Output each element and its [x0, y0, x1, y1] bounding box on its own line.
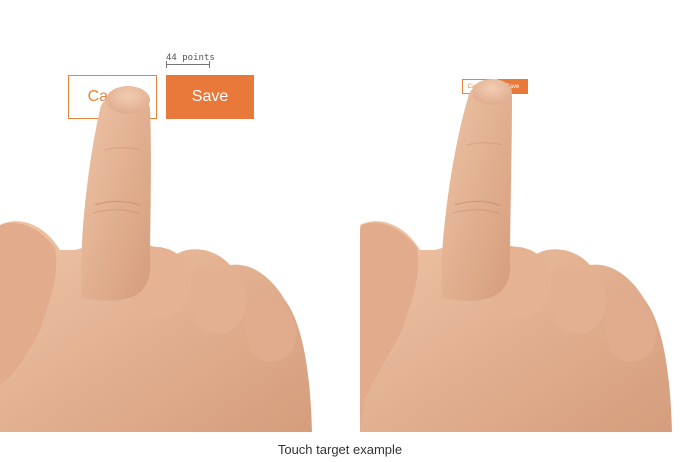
- large-target-example: Cancel Save 44 points: [0, 0, 340, 432]
- small-target-example: Cancel Save: [340, 0, 680, 432]
- hand-pointing-illustration: [0, 86, 312, 432]
- figure-caption: Touch target example: [277, 442, 403, 457]
- hand-pointing-illustration-small: [360, 79, 672, 432]
